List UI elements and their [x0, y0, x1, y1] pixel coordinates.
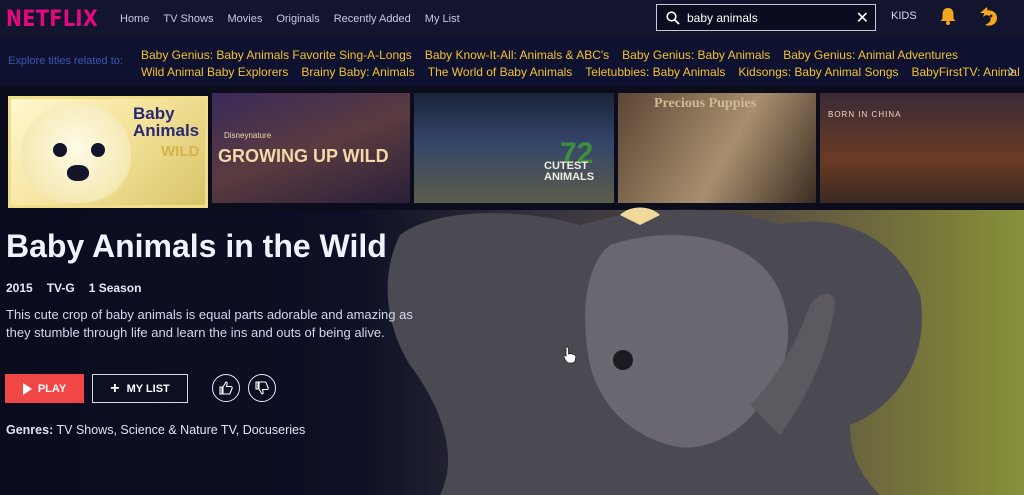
kids-link[interactable]: KIDS [891, 10, 917, 22]
thumbnail-kicker: Disneynature [224, 131, 272, 140]
explore-link[interactable]: The World of Baby Animals [428, 65, 573, 79]
genres-list: TV Shows, Science & Nature TV, Docuserie… [56, 423, 306, 437]
show-synopsis: This cute crop of baby animals is equal … [6, 307, 413, 340]
thumbnail[interactable]: BORN IN CHINA [820, 93, 1024, 203]
my-list-button[interactable]: + MY LIST [92, 374, 188, 403]
thumbnail-title: GROWING UP WILD [218, 146, 389, 166]
explore-link[interactable]: Baby Genius: Animal Adventures [783, 48, 958, 62]
thumbnail[interactable]: 72 CUTEST ANIMALS [414, 93, 614, 203]
explore-related-bar: Explore titles related to: Baby Genius: … [0, 38, 1024, 86]
search-box[interactable]: ✕ [656, 4, 876, 31]
seal-image [21, 103, 131, 203]
thumbnail-subtitle: WILD [161, 143, 200, 160]
elephant-image [387, 207, 922, 495]
seal-eye [53, 143, 67, 157]
search-icon [666, 11, 680, 25]
seal-eye [91, 143, 105, 157]
explore-link[interactable]: Teletubbies: Baby Animals [585, 65, 725, 79]
close-icon[interactable]: ✕ [856, 8, 869, 28]
genres-line: Genres: TV Shows, Science & Nature TV, D… [6, 423, 305, 437]
avatar[interactable] [975, 3, 1003, 31]
play-icon [22, 382, 32, 395]
my-list-label: MY LIST [126, 382, 170, 395]
show-year: 2015 [6, 281, 33, 295]
play-label: PLAY [37, 382, 67, 395]
top-nav-bar: NETFLIX Home TV Shows Movies Originals R… [0, 0, 1024, 38]
nav-originals[interactable]: Originals [276, 13, 319, 25]
show-meta: 2015 TV-G 1 Season [6, 281, 141, 295]
explore-link[interactable]: Baby Genius: Baby Animals Favorite Sing-… [141, 48, 412, 62]
show-rating: TV-G [46, 281, 75, 295]
nav-movies[interactable]: Movies [227, 13, 262, 25]
explore-label: Explore titles related to: [8, 55, 123, 67]
genres-label: Genres: [6, 423, 54, 437]
seal-nose [67, 165, 89, 181]
results-row: Baby Animals WILD Disneynature GROWING U… [0, 93, 1024, 219]
explore-row-1: Baby Genius: Baby Animals Favorite Sing-… [141, 48, 958, 62]
bell-icon[interactable] [938, 6, 958, 26]
nav-home[interactable]: Home [120, 13, 149, 25]
explore-link[interactable]: Baby Genius: Baby Animals [622, 48, 770, 62]
hand-cursor-icon [563, 346, 577, 364]
show-seasons: 1 Season [88, 281, 142, 295]
netflix-logo[interactable]: NETFLIX [6, 6, 98, 31]
thumbnail[interactable]: Disneynature GROWING UP WILD [212, 93, 410, 203]
plus-icon: + [110, 379, 120, 397]
thumbs-up-icon [219, 381, 233, 395]
thumbnail-title: CUTEST ANIMALS [544, 160, 595, 183]
thumbs-down-button[interactable] [248, 374, 276, 402]
nav-recently-added[interactable]: Recently Added [334, 13, 411, 25]
thumbnail[interactable]: Precious Puppies [618, 93, 816, 203]
explore-link[interactable]: Brainy Baby: Animals [301, 65, 414, 79]
play-button[interactable]: PLAY [5, 374, 84, 403]
search-input[interactable] [687, 9, 847, 27]
explore-link[interactable]: Wild Animal Baby Explorers [141, 65, 288, 79]
thumbs-up-button[interactable] [212, 374, 240, 402]
nav-tv-shows[interactable]: TV Shows [163, 13, 213, 25]
explore-row-2: Wild Animal Baby Explorers Brainy Baby: … [141, 65, 1024, 79]
thumbnail-title: Baby Animals [133, 104, 200, 140]
primary-nav: Home TV Shows Movies Originals Recently … [120, 13, 460, 25]
thumbnail-selected[interactable]: Baby Animals WILD [8, 96, 208, 208]
show-title: Baby Animals in the Wild [6, 228, 387, 264]
explore-link[interactable]: Kidsongs: Baby Animal Songs [738, 65, 898, 79]
thumbnail-title: BORN IN CHINA [828, 110, 902, 119]
chevron-right-icon[interactable]: › [1008, 60, 1015, 83]
thumbnail-title: Precious Puppies [654, 96, 757, 111]
explore-link[interactable]: Baby Know-It-All: Animals & ABC's [425, 48, 609, 62]
nav-my-list[interactable]: My List [425, 13, 460, 25]
thumbs-down-icon [255, 381, 269, 395]
